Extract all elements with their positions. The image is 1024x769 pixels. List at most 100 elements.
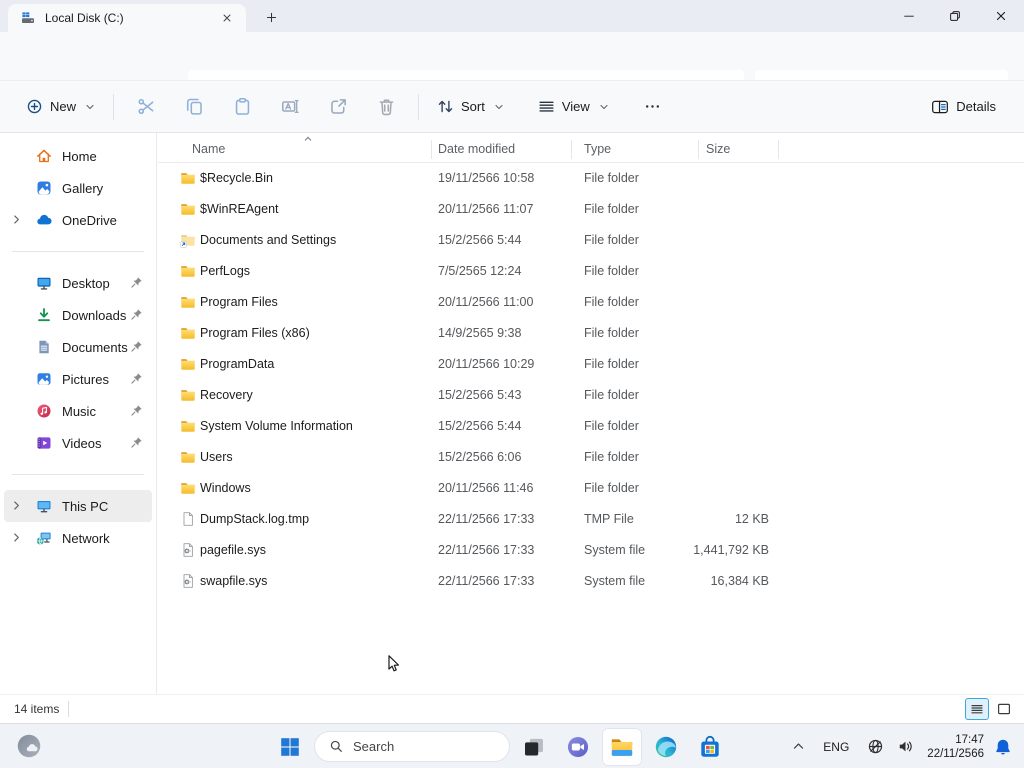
file-row[interactable]: swapfile.sys 22/11/2566 17:33 System fil…	[158, 566, 1024, 597]
chevron-right-icon[interactable]	[11, 500, 22, 511]
sidebar-item-label: Network	[62, 531, 110, 546]
copy-button[interactable]	[174, 89, 214, 125]
column-header-size[interactable]: Size	[706, 142, 730, 156]
chevron-down-icon	[494, 102, 504, 112]
file-date-modified: 7/5/2565 12:24	[438, 264, 521, 278]
language-indicator[interactable]: ENG	[823, 740, 849, 754]
file-row[interactable]: DumpStack.log.tmp 22/11/2566 17:33 TMP F…	[158, 504, 1024, 535]
file-row[interactable]: System Volume Information 15/2/2566 5:44…	[158, 411, 1024, 442]
sidebar-item-downloads[interactable]: Downloads	[4, 299, 152, 331]
file-name[interactable]: Program Files	[200, 295, 278, 309]
file-name[interactable]: System Volume Information	[200, 419, 353, 433]
file-name[interactable]: Documents and Settings	[200, 233, 336, 247]
tab-local-disk-c[interactable]: Local Disk (C:)	[8, 4, 246, 32]
tab-close-icon[interactable]	[216, 7, 238, 29]
column-separator[interactable]	[778, 140, 779, 159]
column-header-date-modified[interactable]: Date modified	[438, 142, 515, 156]
more-options-button[interactable]	[633, 89, 673, 125]
widget-circle-icon[interactable]	[16, 733, 42, 759]
sidebar-item-home[interactable]: Home	[4, 140, 152, 172]
window-controls	[886, 0, 1024, 32]
status-bar: 14 items	[0, 694, 1024, 723]
file-row[interactable]: ProgramData 20/11/2566 10:29 File folder	[158, 349, 1024, 380]
sidebar-item-desktop[interactable]: Desktop	[4, 267, 152, 299]
file-name[interactable]: Recovery	[200, 388, 253, 402]
column-separator[interactable]	[698, 140, 699, 159]
folder-icon	[180, 418, 196, 434]
cut-button[interactable]	[126, 89, 166, 125]
file-name[interactable]: Windows	[200, 481, 251, 495]
file-row[interactable]: Documents and Settings 15/2/2566 5:44 Fi…	[158, 225, 1024, 256]
paste-button[interactable]	[222, 89, 262, 125]
file-date-modified: 20/11/2566 11:00	[438, 295, 533, 309]
chevron-right-icon[interactable]	[11, 214, 22, 225]
videos-icon	[36, 435, 52, 451]
file-row[interactable]: Program Files (x86) 14/9/2565 9:38 File …	[158, 318, 1024, 349]
folder-icon	[180, 294, 196, 310]
large-icons-view-toggle[interactable]	[992, 698, 1016, 720]
start-button[interactable]	[270, 728, 310, 766]
navigation-pane: Home Gallery OneDrive Desktop Downloads …	[0, 133, 157, 694]
file-row[interactable]: $WinREAgent 20/11/2566 11:07 File folder	[158, 194, 1024, 225]
file-explorer-button[interactable]	[602, 728, 642, 766]
file-type: File folder	[584, 326, 639, 340]
file-name[interactable]: ProgramData	[200, 357, 274, 371]
clock[interactable]: 17:47 22/11/2566	[927, 733, 984, 761]
file-row[interactable]: PerfLogs 7/5/2565 12:24 File folder	[158, 256, 1024, 287]
minimize-button[interactable]	[886, 0, 932, 32]
command-toolbar: New Sort View Details	[0, 80, 1024, 133]
chevron-up-icon[interactable]	[792, 740, 805, 753]
delete-button[interactable]	[366, 89, 406, 125]
file-row[interactable]: $Recycle.Bin 19/11/2566 10:58 File folde…	[158, 163, 1024, 194]
sidebar-item-label: Downloads	[62, 308, 126, 323]
column-separator[interactable]	[571, 140, 572, 159]
file-name[interactable]: PerfLogs	[200, 264, 250, 278]
file-row[interactable]: Recovery 15/2/2566 5:43 File folder	[158, 380, 1024, 411]
view-button[interactable]: View	[528, 90, 619, 123]
file-name[interactable]: DumpStack.log.tmp	[200, 512, 309, 526]
column-header-type[interactable]: Type	[584, 142, 611, 156]
network-globe-icon[interactable]	[867, 738, 884, 755]
speaker-icon[interactable]	[897, 738, 914, 755]
file-name[interactable]: $Recycle.Bin	[200, 171, 273, 185]
sidebar-item-documents[interactable]: Documents	[4, 331, 152, 363]
file-name[interactable]: swapfile.sys	[200, 574, 267, 588]
pin-icon	[130, 436, 143, 449]
sidebar-item-music[interactable]: Music	[4, 395, 152, 427]
file-name[interactable]: Users	[200, 450, 233, 464]
store-button[interactable]	[690, 728, 730, 766]
share-button[interactable]	[318, 89, 358, 125]
sidebar-item-gallery[interactable]: Gallery	[4, 172, 152, 204]
column-header-name[interactable]: Name	[192, 142, 225, 156]
sort-button[interactable]: Sort	[427, 90, 514, 123]
taskbar-search[interactable]: Search	[314, 731, 510, 762]
file-row[interactable]: Windows 20/11/2566 11:46 File folder	[158, 473, 1024, 504]
details-pane-button[interactable]: Details	[919, 90, 1008, 124]
toolbar-divider	[113, 94, 114, 120]
file-name[interactable]: $WinREAgent	[200, 202, 279, 216]
file-name[interactable]: pagefile.sys	[200, 543, 266, 557]
file-row[interactable]: Users 15/2/2566 6:06 File folder	[158, 442, 1024, 473]
new-tab-button[interactable]	[258, 5, 284, 29]
close-button[interactable]	[978, 0, 1024, 32]
file-name[interactable]: Program Files (x86)	[200, 326, 310, 340]
column-separator[interactable]	[431, 140, 432, 159]
details-view-toggle[interactable]	[965, 698, 989, 720]
task-view-button[interactable]	[514, 728, 554, 766]
sidebar-item-this-pc[interactable]: This PC	[4, 490, 152, 522]
edge-button[interactable]	[646, 728, 686, 766]
sidebar-item-onedrive[interactable]: OneDrive	[4, 204, 152, 236]
chat-button[interactable]	[558, 728, 598, 766]
chevron-right-icon[interactable]	[11, 532, 22, 543]
notification-bell-icon[interactable]	[994, 738, 1012, 756]
sidebar-item-pictures[interactable]: Pictures	[4, 363, 152, 395]
rename-button[interactable]	[270, 89, 310, 125]
file-rows: $Recycle.Bin 19/11/2566 10:58 File folde…	[158, 163, 1024, 597]
sidebar-item-label: This PC	[62, 499, 108, 514]
file-row[interactable]: pagefile.sys 22/11/2566 17:33 System fil…	[158, 535, 1024, 566]
file-row[interactable]: Program Files 20/11/2566 11:00 File fold…	[158, 287, 1024, 318]
sidebar-item-videos[interactable]: Videos	[4, 427, 152, 459]
restore-button[interactable]	[932, 0, 978, 32]
new-button[interactable]: New	[16, 90, 105, 123]
sidebar-item-network[interactable]: Network	[4, 522, 152, 554]
